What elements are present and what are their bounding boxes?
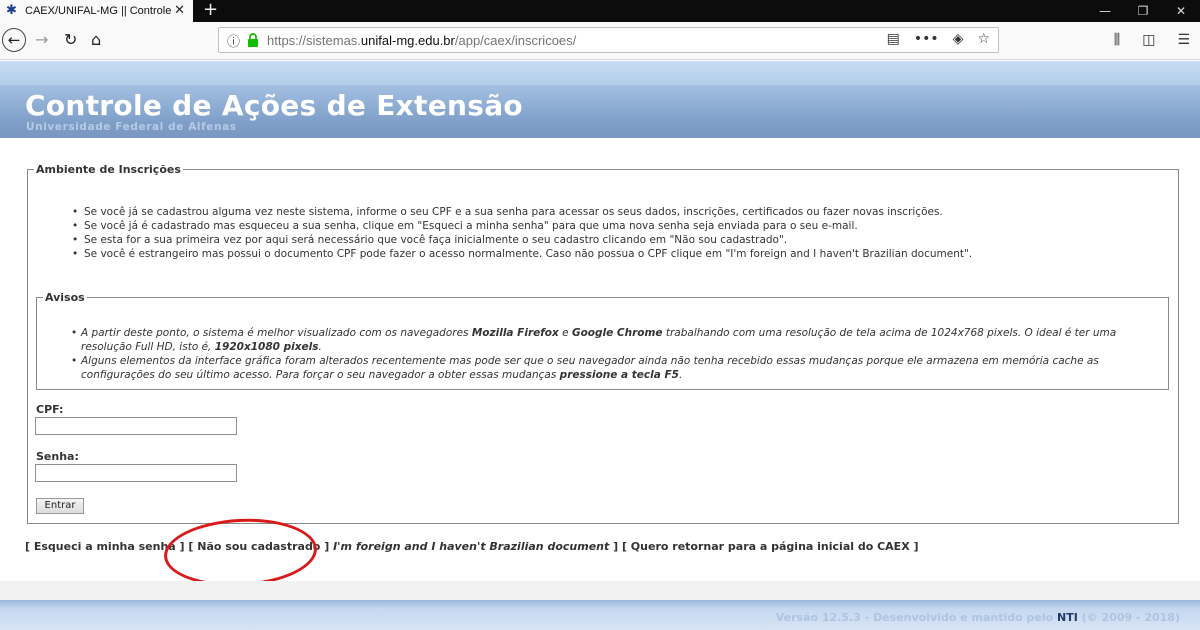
- home-link[interactable]: [ Quero retornar para a página inicial d…: [622, 540, 919, 553]
- url-actions: ▤ ••• ◈ ☆: [887, 31, 990, 47]
- browser-tab-bar: ✱ CAEX/UNIFAL-MG || Controle d ✕ + — ❐ ✕: [0, 0, 1200, 22]
- url-bar[interactable]: ⓘ https://sistemas.unifal-mg.edu.br/app/…: [218, 27, 999, 53]
- forward-icon[interactable]: →: [35, 31, 48, 49]
- reload-icon[interactable]: ↻: [64, 31, 77, 49]
- bookmark-star-icon[interactable]: ☆: [977, 31, 990, 47]
- browser-tab[interactable]: ✱ CAEX/UNIFAL-MG || Controle d ✕: [0, 0, 193, 22]
- browser-nav-bar: ← → ↻ ⌂ ⓘ https://sistemas.unifal-mg.edu…: [0, 22, 1200, 60]
- list-item: Se esta for a sua primeira vez por aqui …: [72, 233, 972, 247]
- new-tab-icon[interactable]: +: [203, 0, 218, 20]
- list-item: Se você já se cadastrou alguma vez neste…: [72, 205, 972, 219]
- list-item: A partir deste ponto, o sistema é melhor…: [71, 326, 1169, 354]
- password-input[interactable]: [35, 464, 237, 482]
- inscricoes-legend: Ambiente de Inscrições: [36, 163, 181, 176]
- avisos-panel: Avisos A partir deste ponto, o sistema é…: [36, 291, 1169, 390]
- pocket-icon[interactable]: ◈: [953, 31, 964, 47]
- site-subtitle: Universidade Federal de Alfenas: [26, 121, 237, 133]
- back-icon[interactable]: ←: [2, 28, 26, 52]
- url-text[interactable]: https://sistemas.unifal-mg.edu.br/app/ca…: [267, 33, 576, 48]
- menu-icon[interactable]: ☰: [1177, 32, 1190, 48]
- senha-label: Senha:: [36, 450, 79, 463]
- site-title: Controle de Ações de Extensão: [25, 89, 523, 122]
- header-strip: [0, 61, 1200, 85]
- highlight-circle-annotation: [162, 515, 319, 590]
- instructions-list: Se você já se cadastrou alguma vez neste…: [72, 205, 972, 261]
- inscricoes-panel: Ambiente de Inscrições Se você já se cad…: [27, 163, 1179, 524]
- cpf-label: CPF:: [36, 403, 64, 416]
- entrar-button[interactable]: Entrar: [36, 498, 84, 514]
- info-icon[interactable]: ⓘ: [227, 31, 243, 50]
- lock-icon[interactable]: [247, 33, 263, 47]
- forgot-password-link[interactable]: [ Esqueci a minha senha ]: [25, 540, 185, 553]
- window-controls: — ❐ ✕: [1086, 0, 1200, 22]
- reader-view-icon[interactable]: ▤: [887, 31, 900, 47]
- list-item: Se você já é cadastrado mas esqueceu a s…: [72, 219, 972, 233]
- close-tab-icon[interactable]: ✕: [174, 3, 185, 19]
- toolbar-right: ⫼ ◫ ☰: [1114, 32, 1190, 48]
- list-item: Se você é estrangeiro mas possui o docum…: [72, 247, 972, 261]
- foreign-link-bracket: ]: [609, 540, 619, 553]
- home-icon[interactable]: ⌂: [91, 31, 101, 49]
- site-footer: Versão 12.5.3 - Desenvolvido e mantido p…: [0, 600, 1200, 630]
- page-actions-icon[interactable]: •••: [914, 31, 939, 47]
- cpf-input[interactable]: [35, 417, 237, 435]
- list-item: Alguns elementos da interface gráfica fo…: [71, 354, 1169, 382]
- restore-icon[interactable]: ❐: [1124, 0, 1162, 22]
- foreign-link[interactable]: I'm foreign and I haven't Brazilian docu…: [333, 540, 609, 553]
- close-window-icon[interactable]: ✕: [1162, 0, 1200, 22]
- footer-spacer: [0, 581, 1200, 600]
- avisos-list: A partir deste ponto, o sistema é melhor…: [71, 326, 1169, 382]
- avisos-legend: Avisos: [45, 291, 85, 304]
- footer-text: Versão 12.5.3 - Desenvolvido e mantido p…: [775, 611, 1180, 624]
- sidebar-icon[interactable]: ◫: [1142, 32, 1155, 48]
- minimize-icon[interactable]: —: [1086, 0, 1124, 22]
- action-links: [ Esqueci a minha senha ] [ Não sou cada…: [25, 540, 919, 553]
- unifal-star-icon: ✱: [6, 3, 17, 18]
- web-page: Controle de Ações de Extensão Universida…: [0, 61, 1200, 630]
- library-icon[interactable]: ⫼: [1114, 32, 1120, 48]
- tab-title: CAEX/UNIFAL-MG || Controle d: [25, 5, 175, 17]
